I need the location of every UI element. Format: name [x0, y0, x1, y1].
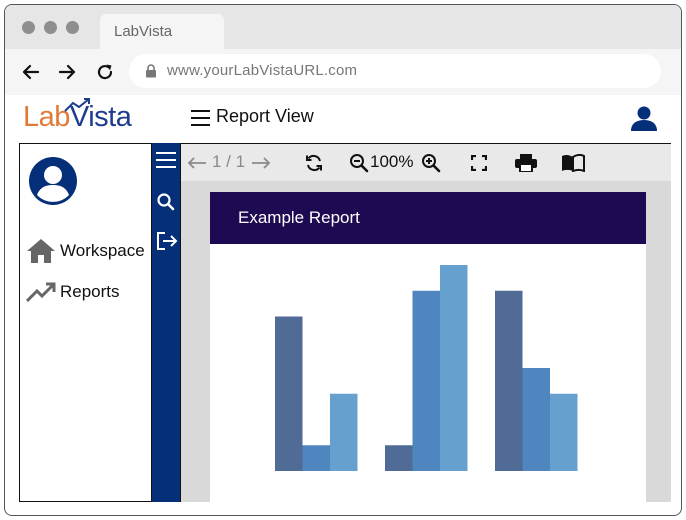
search-icon[interactable]	[156, 192, 176, 212]
app-header: LabVista Report View	[5, 95, 681, 143]
fullscreen-icon[interactable]	[471, 155, 487, 171]
chart-bar-group-2-series-3	[440, 265, 468, 471]
chart-bar-group-3-series-1	[495, 290, 523, 471]
minimize-window-icon[interactable]	[44, 21, 57, 34]
maximize-window-icon[interactable]	[66, 21, 79, 34]
icon-rail	[151, 143, 181, 502]
sidebar-item-reports[interactable]: Reports	[26, 278, 120, 306]
hamburger-menu-icon[interactable]	[191, 109, 211, 127]
previous-page-arrow-icon[interactable]	[187, 156, 207, 170]
sidebar: Workspace Reports	[19, 143, 152, 502]
menu-icon[interactable]	[156, 151, 176, 169]
sidebar-item-label: Reports	[60, 282, 120, 301]
close-window-icon[interactable]	[22, 21, 35, 34]
print-icon[interactable]	[515, 154, 537, 172]
sidebar-item-label: Workspace	[60, 241, 145, 260]
reload-icon[interactable]	[94, 61, 116, 83]
chart-bar-group-2-series-2	[412, 290, 440, 471]
address-bar[interactable]: www.yourLabVistaURL.com	[129, 54, 661, 88]
sidebar-item-workspace[interactable]: Workspace	[26, 237, 145, 265]
report-page: Example Report	[210, 192, 646, 503]
lock-icon	[146, 64, 156, 78]
browser-tab-bar: LabVista	[5, 5, 681, 49]
logout-icon[interactable]	[156, 231, 178, 251]
avatar[interactable]	[28, 156, 78, 206]
chart-bar-group-2-series-1	[385, 445, 413, 471]
user-account-icon[interactable]	[630, 104, 658, 132]
page-title: Report View	[216, 106, 314, 126]
back-arrow-icon[interactable]	[20, 61, 42, 83]
chart-bar-group-3-series-2	[522, 368, 550, 471]
chart-bar-group-3-series-3	[550, 393, 578, 471]
zoom-level: 100%	[370, 152, 414, 171]
browser-window: LabVista www.yourLabVistaURL.com LabVist…	[4, 4, 682, 516]
bar-chart	[275, 265, 578, 471]
forward-arrow-icon[interactable]	[56, 61, 78, 83]
next-page-arrow-icon[interactable]	[251, 156, 271, 170]
zoom-in-icon[interactable]	[421, 153, 441, 173]
browser-nav-bar: www.yourLabVistaURL.com	[5, 49, 681, 95]
book-icon[interactable]	[561, 154, 585, 172]
viewer-toolbar: 1 / 1 100%	[181, 144, 671, 181]
home-icon	[27, 239, 55, 263]
zoom-out-icon[interactable]	[349, 153, 369, 173]
logo-arrow-icon	[64, 98, 90, 112]
refresh-icon[interactable]	[304, 153, 324, 173]
browser-tab[interactable]: LabVista	[100, 14, 224, 49]
url-text: www.yourLabVistaURL.com	[167, 62, 358, 79]
chart-bar-group-1-series-1	[275, 316, 303, 471]
page-indicator: 1 / 1	[212, 152, 246, 171]
trending-up-icon	[26, 282, 56, 303]
chart-bar-group-1-series-2	[302, 445, 330, 471]
report-title: Example Report	[210, 192, 646, 244]
labvista-logo[interactable]: LabVista	[23, 98, 132, 134]
report-viewer: 1 / 1 100% Example Report	[181, 143, 671, 503]
chart-bar-group-1-series-3	[330, 393, 358, 471]
